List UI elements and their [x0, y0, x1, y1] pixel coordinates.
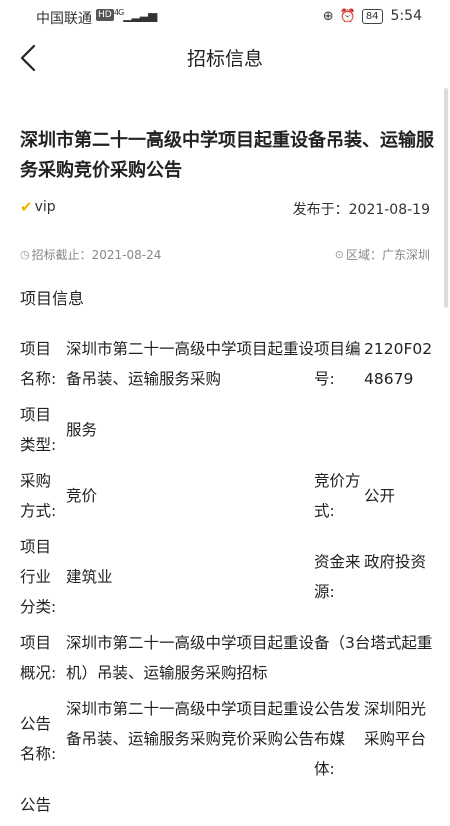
region-text: 区域：广东深圳	[345, 248, 430, 262]
article-title: 深圳市第二十一高级中学项目起重设备吊装、运输服务采购竞价采购公告	[20, 130, 434, 181]
project-type-label: 项目类型:	[20, 406, 57, 454]
vip-label: vip	[34, 199, 56, 215]
bidding-method-label: 竞价方式:	[314, 472, 361, 520]
publish-date: 发布于：2021-08-19	[292, 202, 430, 218]
hd-badge: HD	[96, 9, 114, 21]
status-bar: 中国联通 HD 4G▁▂▃▅ ⊕ ⏰ 84 5:54	[0, 0, 450, 32]
fund-source-label: 资金来源:	[314, 553, 361, 601]
publish-media-value: 深圳阳光采购平台	[364, 700, 427, 748]
info-row: 项目概况: 深圳市第二十一高级中学项目起重设备（3台塔式起重机）吊装、运输服务采…	[20, 628, 440, 688]
project-number-value: 2120F0248679	[364, 340, 433, 388]
page-title: 招标信息	[186, 48, 263, 70]
clock-icon: ◷	[20, 248, 30, 261]
status-time: 5:54	[390, 8, 422, 24]
notice-name-value: 深圳市第二十一高级中学项目起重设备吊装、运输服务采购竞价采购公告	[66, 700, 315, 748]
alarm-icon: ⏰	[339, 8, 356, 24]
data-saver-icon: ⊕	[322, 8, 334, 24]
notice-name-label: 公告名称:	[20, 715, 57, 763]
info-row: 采购方式: 竞价 竞价方式: 公开	[20, 466, 440, 526]
project-number-label: 项目编号:	[314, 340, 361, 388]
industry-label: 项目行业分类:	[20, 538, 57, 616]
vip-badge[interactable]: ✔ vip	[20, 198, 56, 216]
info-row: 项目行业分类: 建筑业 资金来源: 政府投资	[20, 532, 440, 622]
location-pin-icon: ⊙	[334, 248, 344, 261]
bidding-method-value: 公开	[364, 487, 396, 505]
publish-media-label: 公告发布媒体:	[314, 700, 361, 778]
nav-bar: 招标信息	[0, 32, 450, 84]
overview-label: 项目概况:	[20, 634, 57, 682]
procurement-method-value: 竞价	[66, 487, 98, 505]
industry-value: 建筑业	[66, 568, 113, 586]
region: ⊙ 区域：广东深圳	[335, 246, 430, 263]
deadline: ◷ 招标截止：2021-08-24	[20, 246, 161, 263]
carrier-name: 中国联通	[36, 11, 92, 27]
info-row: 项目名称: 深圳市第二十一高级中学项目起重设备吊装、运输服务采购 项目编号: 2…	[20, 334, 440, 394]
info-row: 项目类型: 服务	[20, 400, 440, 460]
project-name-label: 项目名称:	[20, 340, 57, 388]
info-row: 公告	[20, 790, 440, 820]
notice-label: 公告	[20, 796, 52, 814]
scrollbar[interactable]	[444, 88, 448, 308]
vip-check-icon: ✔	[20, 198, 33, 216]
status-right: ⊕ ⏰ 84 5:54	[323, 8, 422, 24]
info-row: 公告名称: 深圳市第二十一高级中学项目起重设备吊装、运输服务采购竞价采购公告 公…	[20, 694, 440, 784]
project-info-table: 项目名称: 深圳市第二十一高级中学项目起重设备吊装、运输服务采购 项目编号: 2…	[20, 334, 440, 826]
overview-value: 深圳市第二十一高级中学项目起重设备（3台塔式起重机）吊装、运输服务采购招标	[66, 634, 433, 682]
project-type-value: 服务	[66, 421, 98, 439]
signal-icon: 4G▁▂▃▅	[114, 8, 157, 22]
project-name-value: 深圳市第二十一高级中学项目起重设备吊装、运输服务采购	[66, 340, 315, 388]
deadline-text: 招标截止：2021-08-24	[31, 248, 162, 262]
battery-icon: 84	[361, 8, 383, 24]
network-type: 4G	[114, 8, 124, 17]
procurement-method-label: 采购方式:	[20, 472, 57, 520]
section-title: 项目信息	[20, 289, 85, 308]
fund-source-value: 政府投资	[364, 553, 427, 571]
